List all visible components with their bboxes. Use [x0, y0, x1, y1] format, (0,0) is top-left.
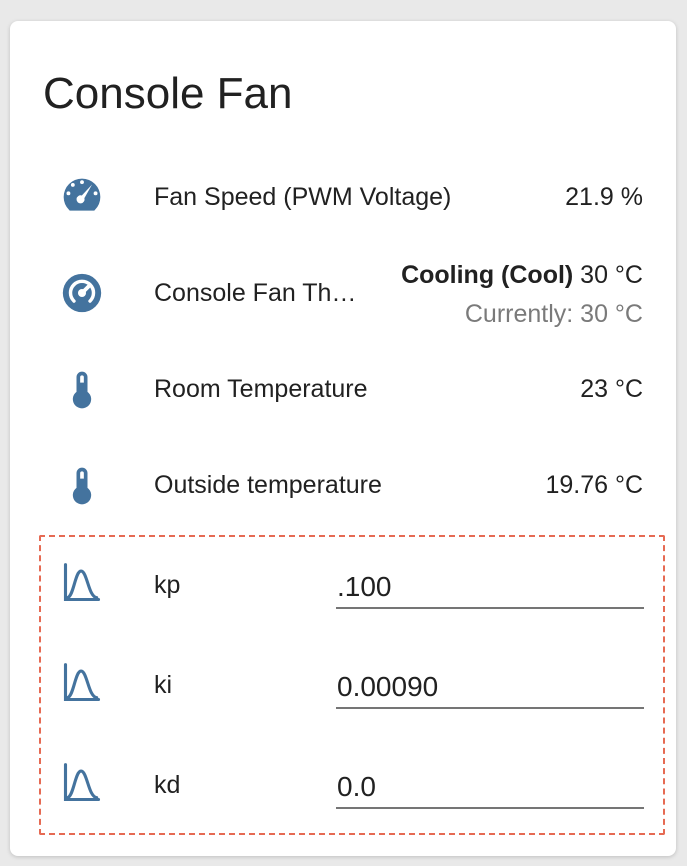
entity-name: Room Temperature: [154, 375, 368, 403]
entity-state: 23 °C: [580, 375, 643, 403]
input-row-kp: kp: [10, 555, 676, 615]
entity-state: 21.9 %: [565, 183, 643, 211]
thermometer-icon: [57, 461, 107, 511]
input-row-kd: kd: [10, 755, 676, 815]
kd-input[interactable]: [336, 767, 644, 809]
card-title: Console Fan: [43, 69, 293, 118]
input-label: kp: [154, 571, 181, 599]
input-label: ki: [154, 671, 173, 699]
entity-row-thermostat[interactable]: Console Fan Th… Cooling (Cool) 30 °C Cur…: [10, 259, 676, 329]
bell-curve-icon: [57, 758, 107, 808]
gauge-icon: [57, 172, 107, 222]
current-temperature: Currently: 30 °C: [464, 300, 643, 328]
thermostat-dial-icon: [57, 268, 107, 318]
kp-input[interactable]: [336, 567, 644, 609]
bell-curve-icon: [57, 558, 107, 608]
hvac-mode: Cooling (Cool): [401, 261, 574, 289]
bell-curve-icon: [57, 658, 107, 708]
entities-card: Console Fan Fan Speed (PWM Voltage) 21.9…: [10, 21, 676, 856]
thermometer-icon: [57, 365, 107, 415]
input-label: kd: [154, 771, 181, 799]
target-temperature: 30 °C: [573, 261, 643, 289]
entity-name: Console Fan Th…: [154, 279, 357, 307]
entity-row-outside-temperature[interactable]: Outside temperature 19.76 °C: [10, 455, 676, 515]
entity-name: Outside temperature: [154, 471, 382, 499]
input-row-ki: ki: [10, 655, 676, 715]
entity-state: 19.76 °C: [545, 471, 643, 499]
entity-row-room-temperature[interactable]: Room Temperature 23 °C: [10, 359, 676, 419]
entity-row-fan-speed[interactable]: Fan Speed (PWM Voltage) 21.9 %: [10, 167, 676, 227]
entity-name: Fan Speed (PWM Voltage): [154, 183, 452, 211]
ki-input[interactable]: [336, 667, 644, 709]
thermostat-state: Cooling (Cool) 30 °C: [401, 259, 643, 291]
